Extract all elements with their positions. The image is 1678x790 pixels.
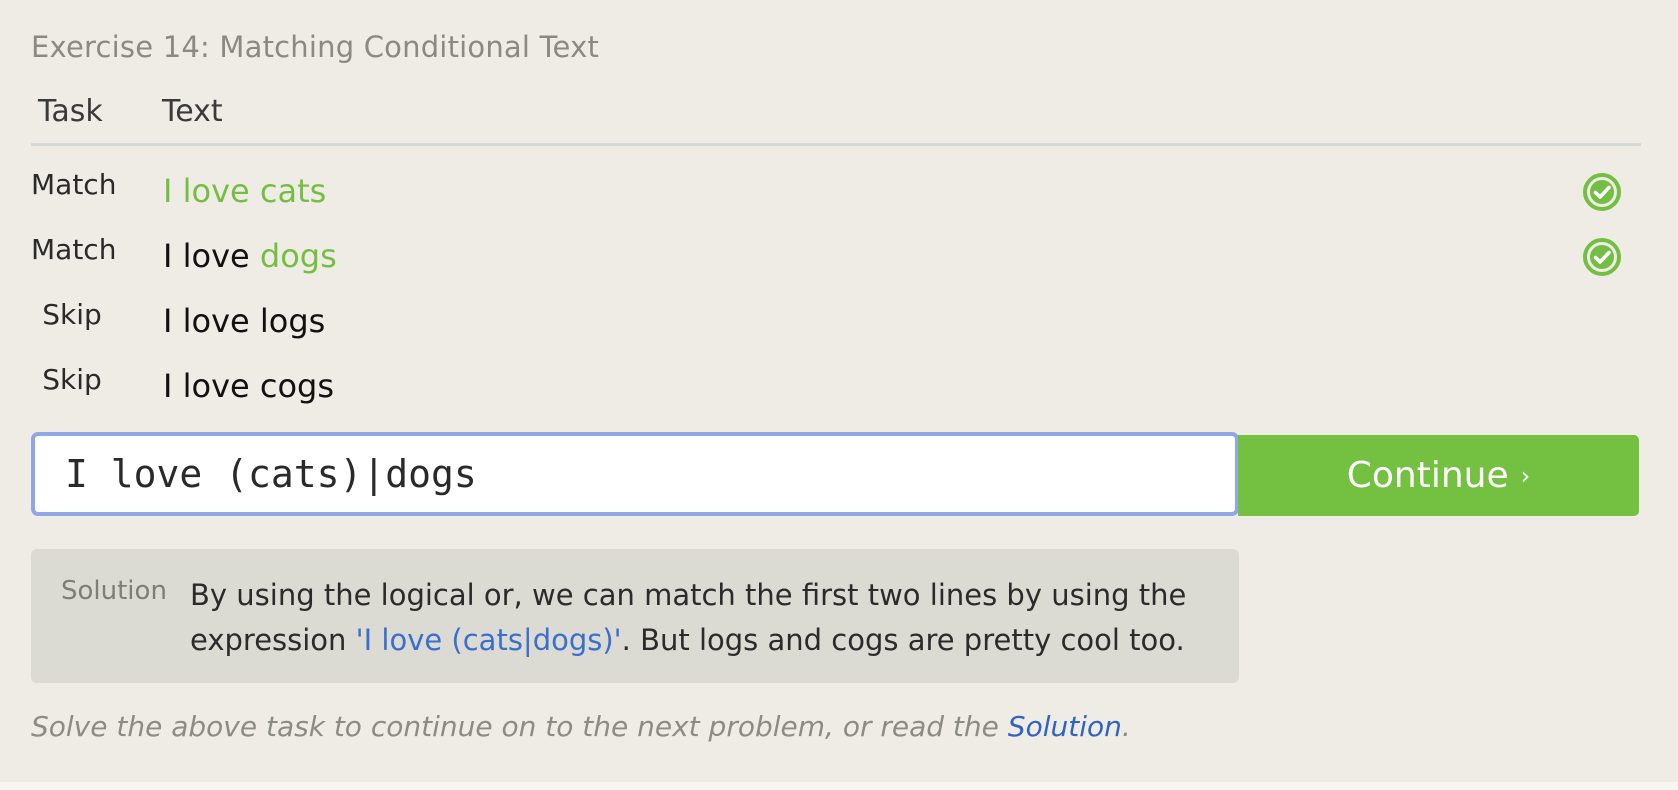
row-text-match: dogs [259,237,337,275]
footer-hint: Solve the above task to continue on to t… [31,710,1131,743]
row-text-match: I love cats [163,172,327,210]
exercise-title: Exercise 14: Matching Conditional Text [31,30,600,64]
table-row: Skip I love logs [0,298,1678,358]
row-text: I love dogs [163,237,337,275]
continue-label: Continue [1346,455,1509,496]
column-header-text: Text [162,94,223,129]
row-task-label: Match [31,168,117,201]
table-row: Match I love cats [0,168,1678,228]
row-text: I love logs [163,302,325,340]
chevron-right-icon: › [1520,461,1531,490]
row-text: I love cogs [163,367,334,405]
row-text-plain: I love cogs [163,367,335,405]
solution-panel: Solution By using the logical or, we can… [31,549,1239,683]
solution-text-after: . But logs and cogs are pretty cool too. [621,623,1185,657]
footer-text-before: Solve the above task to continue on to t… [31,710,1008,743]
table-row: Match I love dogs [0,233,1678,293]
row-text: I love cats [163,172,326,210]
row-task-label: Skip [42,363,102,396]
row-task-label: Skip [42,298,102,331]
table-row: Skip I love cogs [0,363,1678,423]
row-task-label: Match [31,233,117,266]
solution-code: 'I love (cats|dogs)' [355,623,622,657]
column-header-task: Task [38,94,103,129]
solution-link[interactable]: Solution [1008,710,1122,743]
continue-button[interactable]: Continue › [1238,435,1639,516]
header-divider [31,143,1641,146]
check-circle-icon [1583,173,1621,211]
check-circle-icon [1583,238,1621,276]
row-text-plain: I love [163,237,260,275]
regex-input[interactable] [31,432,1239,516]
row-text-plain: I love logs [163,302,326,340]
solution-label: Solution [61,576,167,606]
bottom-strip [0,782,1678,790]
solution-text: By using the logical or, we can match th… [190,573,1190,663]
footer-text-after: . [1121,710,1131,743]
